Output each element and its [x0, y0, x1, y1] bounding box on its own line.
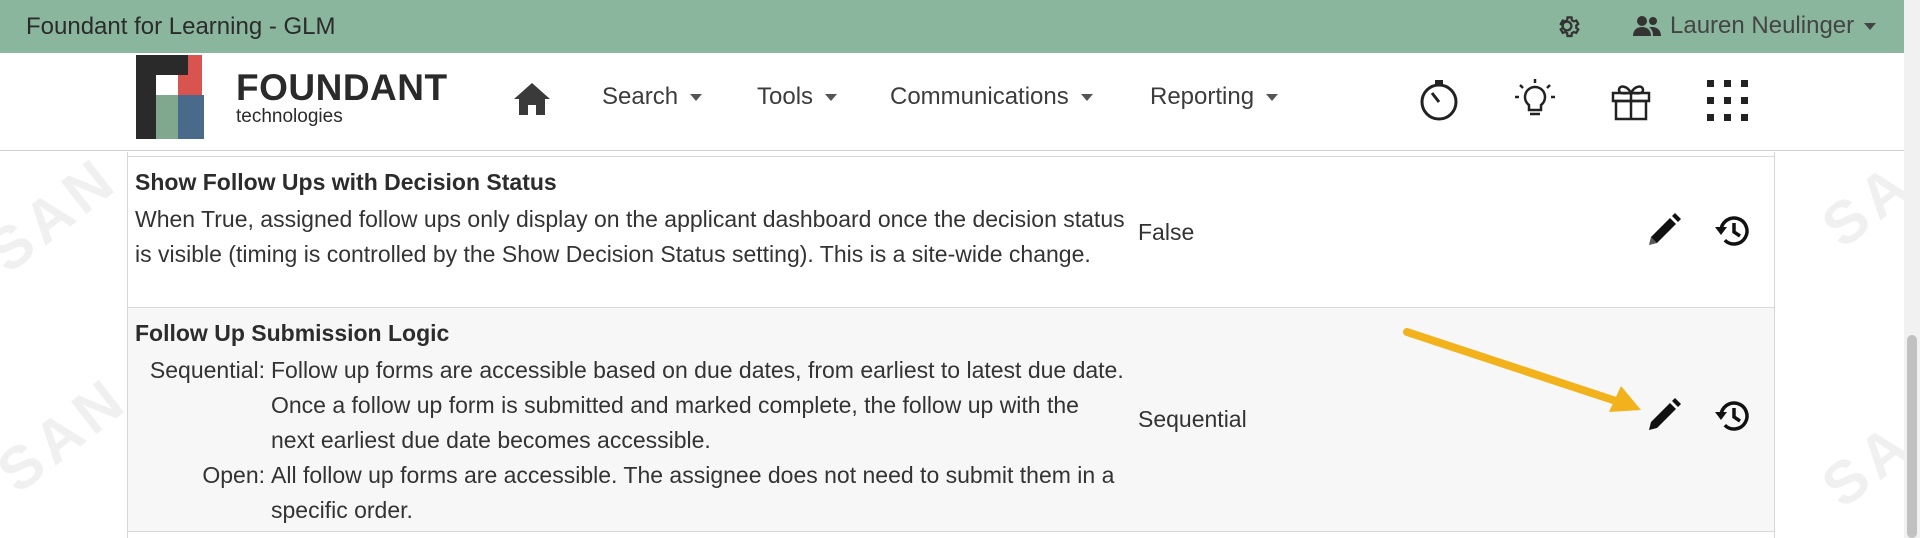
user-menu[interactable]: Lauren Neulinger [1632, 10, 1877, 42]
nav-search[interactable]: Search [602, 83, 703, 111]
setting-value: Sequential [1138, 406, 1247, 432]
definition-term: Sequential: [149, 357, 265, 383]
definition-text: Follow up forms are accessible based on … [271, 357, 1124, 453]
definition-term: Open: [202, 462, 265, 488]
chevron-down-icon [690, 93, 703, 101]
history-icon[interactable] [1713, 211, 1753, 251]
setting-row: Show Follow Ups with Decision Status Whe… [128, 156, 1774, 308]
home-icon[interactable] [512, 81, 552, 117]
nav-reporting[interactable]: Reporting [1150, 83, 1279, 111]
app-title: Foundant for Learning - GLM [26, 12, 336, 40]
top-bar: Foundant for Learning - GLM Lauren Neuli… [0, 0, 1904, 53]
nav-tools[interactable]: Tools [757, 83, 838, 111]
watermark: SAN [0, 363, 140, 506]
definition-item: Sequential: Follow up forms are accessib… [135, 353, 1135, 458]
stopwatch-icon[interactable] [1416, 77, 1462, 123]
user-name: Lauren Neulinger [1670, 12, 1855, 39]
setting-value: False [1138, 219, 1195, 245]
users-icon [1633, 16, 1661, 36]
annotation-arrow [1403, 328, 1641, 412]
gear-icon[interactable] [1552, 11, 1582, 41]
setting-description: When True, assigned follow ups only disp… [135, 206, 1125, 267]
gift-icon[interactable] [1608, 77, 1654, 123]
setting-title: Show Follow Ups with Decision Status [135, 169, 557, 195]
chevron-down-icon [1080, 93, 1093, 101]
history-icon[interactable] [1713, 396, 1753, 436]
foundant-logo[interactable]: FOUNDANT technologies [136, 55, 448, 139]
definition-item: Open: All follow up forms are accessible… [135, 458, 1135, 528]
logo-subtitle: technologies [236, 105, 343, 127]
chevron-down-icon [1864, 22, 1877, 30]
watermark: SAN [0, 143, 130, 286]
apps-grid-icon[interactable] [1704, 77, 1750, 123]
scrollbar-thumb[interactable] [1907, 335, 1917, 538]
logo-wordmark: FOUNDANT [236, 66, 448, 108]
chevron-down-icon [1266, 93, 1279, 101]
main-navbar: FOUNDANT technologies Search Tools Commu… [0, 53, 1904, 151]
chevron-down-icon [825, 93, 838, 101]
lightbulb-icon[interactable] [1512, 77, 1558, 123]
logo-mark [136, 55, 204, 139]
definition-text: All follow up forms are accessible. The … [271, 462, 1115, 523]
nav-communications[interactable]: Communications [890, 83, 1093, 111]
pencil-icon[interactable] [1643, 211, 1683, 251]
page-scrollbar[interactable] [1904, 0, 1920, 538]
setting-title: Follow Up Submission Logic [135, 320, 450, 346]
